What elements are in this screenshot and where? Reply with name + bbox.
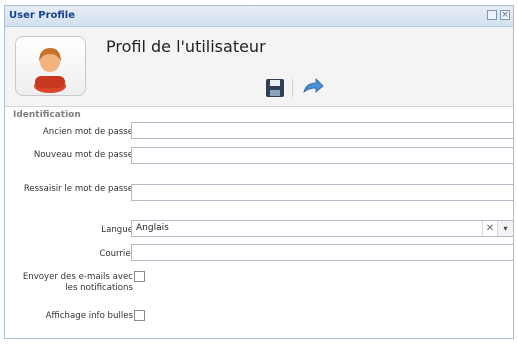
save-button[interactable] <box>263 76 287 100</box>
send-emails-checkbox[interactable] <box>134 271 145 282</box>
new-password-field[interactable] <box>131 147 514 164</box>
window-titlebar[interactable]: User Profile × <box>5 6 513 27</box>
new-password-label: Nouveau mot de passe <box>33 150 133 160</box>
toolbar-separator <box>292 79 293 97</box>
language-select[interactable]: Anglais ✕ ▾ <box>131 220 514 237</box>
retype-password-field[interactable] <box>131 184 514 201</box>
page-title: Profil de l'utilisateur <box>106 37 266 56</box>
user-avatar-icon <box>34 48 66 93</box>
old-password-label: Ancien mot de passe <box>42 127 133 137</box>
chevron-down-icon[interactable]: ▾ <box>497 221 513 236</box>
section-title: Identification <box>13 110 81 120</box>
language-label: Langue <box>101 225 133 235</box>
refresh-icon <box>303 78 324 94</box>
clear-icon[interactable]: ✕ <box>482 221 497 236</box>
restore-icon[interactable] <box>487 10 497 20</box>
avatar <box>15 36 86 96</box>
close-icon[interactable]: × <box>500 10 510 20</box>
window-title: User Profile <box>9 10 76 21</box>
tooltips-label: Affichage info bulles <box>45 311 133 321</box>
tooltips-checkbox[interactable] <box>134 310 145 321</box>
send-emails-label: Envoyer des e-mails avec les notificatio… <box>22 272 133 293</box>
user-profile-window: User Profile × Profil de l'utilisateur I… <box>4 5 514 339</box>
old-password-field[interactable] <box>131 122 514 139</box>
floppy-disk-icon <box>266 79 284 97</box>
profile-header: Profil de l'utilisateur <box>5 27 513 107</box>
email-label: Courriel <box>99 249 133 259</box>
language-value: Anglais <box>136 223 169 233</box>
retype-password-label: Ressaisir le mot de passe <box>23 184 133 194</box>
email-field[interactable] <box>131 244 514 261</box>
refresh-button[interactable] <box>301 76 325 100</box>
